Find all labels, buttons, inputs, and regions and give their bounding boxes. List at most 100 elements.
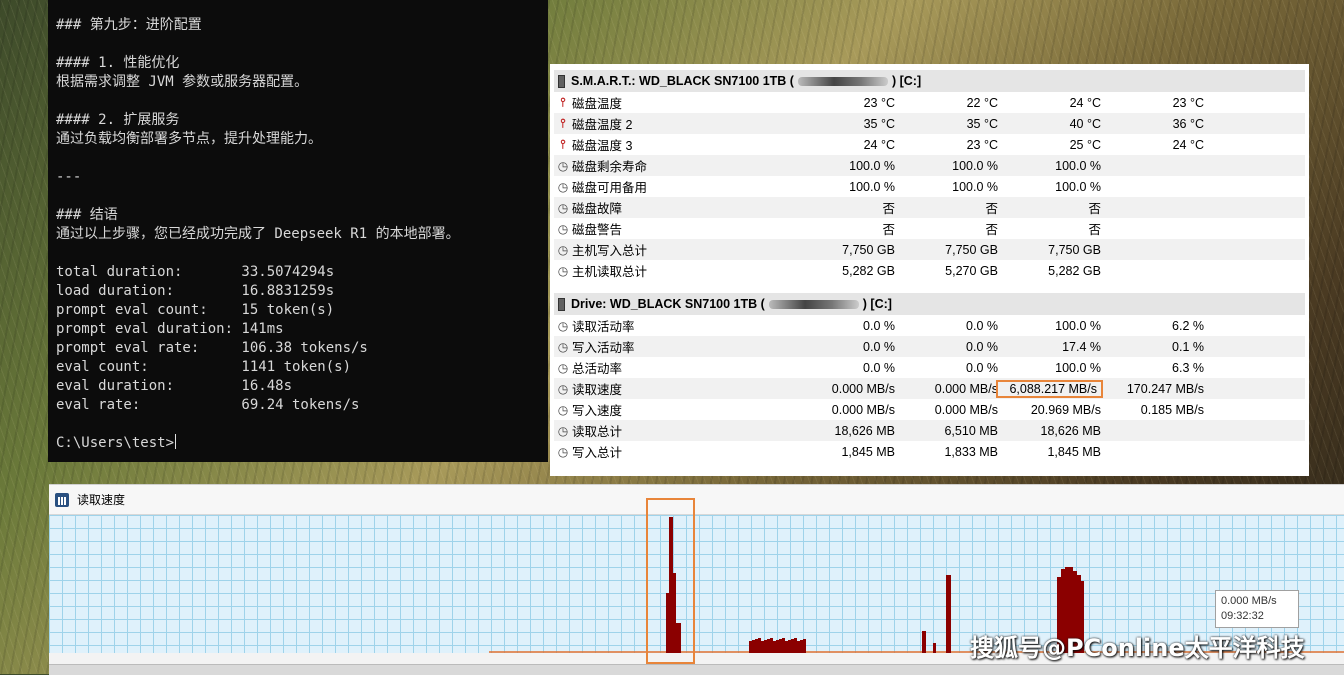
drive-icon bbox=[558, 74, 565, 88]
sensor-value: 0.0 % bbox=[863, 360, 895, 375]
clock-icon: ◷ bbox=[557, 402, 569, 417]
sensor-row[interactable]: ◷ 读取速度 0.000 MB/s 0.000 MB/s 6,088.217 MB/s 1… bbox=[554, 378, 1305, 399]
graph-bar bbox=[758, 638, 761, 653]
sensor-value: 24 °C bbox=[863, 137, 895, 152]
sensor-value: 6.3 % bbox=[1172, 360, 1204, 375]
sensor-value: 100.0 % bbox=[1055, 179, 1101, 194]
sensor-value: 7,750 GB bbox=[1048, 242, 1101, 257]
sensor-value: 6.2 % bbox=[1172, 318, 1204, 333]
thermometer-icon: ⫯ bbox=[560, 116, 566, 130]
graph-bar bbox=[776, 640, 779, 653]
sensor-value: 100.0 % bbox=[1055, 360, 1101, 375]
sensor-name: 写入活动率 bbox=[572, 341, 635, 355]
graph-bar bbox=[779, 639, 782, 653]
terminal-line: 根据需求调整 JVM 参数或服务器配置。 bbox=[56, 74, 309, 90]
sensor-row[interactable]: ⫯ 磁盘温度 23 °C 22 °C 24 °C 23 °C bbox=[554, 92, 1305, 113]
sensor-row[interactable]: ◷ 读取总计 18,626 MB 6,510 MB 18,626 MB bbox=[554, 420, 1305, 441]
hwinfo-sensor-panel[interactable]: S.M.A.R.T.: WD_BLACK SN7100 1TB ( ) [C:] ⫯… bbox=[550, 64, 1309, 476]
sensor-row[interactable]: ◷ 写入速度 0.000 MB/s 0.000 MB/s 20.969 MB/s 0.18… bbox=[554, 399, 1305, 420]
sensor-name: 磁盘警告 bbox=[572, 223, 623, 237]
sensor-value: 25 °C bbox=[1069, 137, 1101, 152]
section-title-prefix: S.M.A.R.T.: WD_BLACK SN7100 1TB ( bbox=[571, 74, 794, 88]
graph-bar bbox=[782, 638, 785, 653]
sensor-value: 100.0 % bbox=[849, 158, 895, 173]
sensor-row[interactable]: ◷ 读取活动率 0.0 % 0.0 % 100.0 % 6.2 % bbox=[554, 315, 1305, 336]
sensor-name: 主机读取总计 bbox=[572, 265, 648, 279]
clock-icon: ◷ bbox=[557, 242, 569, 257]
graph-title-bar[interactable]: 读取速度 bbox=[49, 485, 1344, 515]
graph-bar bbox=[752, 640, 755, 653]
graph-title: 读取速度 bbox=[77, 493, 126, 507]
sensor-value: 100.0 % bbox=[952, 179, 998, 194]
sensor-row[interactable]: ◷ 磁盘警告 否 否 否 bbox=[554, 218, 1305, 239]
thermometer-icon: ⫯ bbox=[560, 95, 566, 109]
sensor-value: 5,282 GB bbox=[1048, 263, 1101, 278]
terminal-line: prompt eval count: 15 token(s) bbox=[56, 302, 335, 318]
sensor-value: 否 bbox=[985, 202, 998, 216]
sensor-name: 写入总计 bbox=[572, 446, 623, 460]
sensor-name: 读取活动率 bbox=[572, 320, 635, 334]
sensor-name: 磁盘剩余寿命 bbox=[572, 160, 648, 174]
sensor-value: 0.000 MB/s bbox=[831, 402, 895, 417]
sensor-value: 18,626 MB bbox=[834, 423, 895, 438]
sensor-name: 读取总计 bbox=[572, 425, 623, 439]
sensor-row[interactable]: ◷ 磁盘可用备用 100.0 % 100.0 % 100.0 % bbox=[554, 176, 1305, 197]
sensor-value: 否 bbox=[882, 202, 895, 216]
sensor-value: 5,270 GB bbox=[945, 263, 998, 278]
clock-icon: ◷ bbox=[557, 360, 569, 375]
graph-spike-highlight bbox=[646, 498, 695, 664]
graph-bar bbox=[797, 641, 800, 653]
graph-bar bbox=[794, 638, 797, 653]
clock-icon: ◷ bbox=[557, 339, 569, 354]
sensor-name: 读取速度 bbox=[572, 383, 623, 397]
clock-icon: ◷ bbox=[557, 221, 569, 236]
sensor-row[interactable]: ◷ 总活动率 0.0 % 0.0 % 100.0 % 6.3 % bbox=[554, 357, 1305, 378]
sensor-name: 磁盘可用备用 bbox=[572, 181, 648, 195]
sensor-value: 100.0 % bbox=[849, 179, 895, 194]
sensor-value: 否 bbox=[985, 223, 998, 237]
sensor-row[interactable]: ◷ 磁盘剩余寿命 100.0 % 100.0 % 100.0 % bbox=[554, 155, 1305, 176]
sensor-row[interactable]: ⫯ 磁盘温度 3 24 °C 23 °C 25 °C 24 °C bbox=[554, 134, 1305, 155]
sensor-row[interactable]: ◷ 主机写入总计 7,750 GB 7,750 GB 7,750 GB bbox=[554, 239, 1305, 260]
tooltip-value: 0.000 MB/s bbox=[1221, 595, 1277, 607]
terminal-line: --- bbox=[56, 169, 82, 185]
sensor-row[interactable]: ◷ 写入总计 1,845 MB 1,833 MB 1,845 MB bbox=[554, 441, 1305, 462]
sensor-value: 22 °C bbox=[966, 95, 998, 110]
next-graph-window[interactable] bbox=[49, 664, 1344, 675]
clock-icon: ◷ bbox=[557, 381, 569, 396]
sensor-row[interactable]: ◷ 磁盘故障 否 否 否 bbox=[554, 197, 1305, 218]
sensor-name: 主机写入总计 bbox=[572, 244, 648, 258]
section-title-suffix: ) [C:] bbox=[891, 74, 922, 88]
sensor-value: 7,750 GB bbox=[945, 242, 998, 257]
sensor-row[interactable]: ⫯ 磁盘温度 2 35 °C 35 °C 40 °C 36 °C bbox=[554, 113, 1305, 134]
sensor-section-header[interactable]: S.M.A.R.T.: WD_BLACK SN7100 1TB ( ) [C:] bbox=[554, 70, 1305, 92]
sensor-row[interactable]: ◷ 写入活动率 0.0 % 0.0 % 17.4 % 0.1 % bbox=[554, 336, 1305, 357]
graph-bar bbox=[803, 639, 806, 653]
sensor-name: 磁盘温度 2 bbox=[572, 118, 633, 132]
terminal-window[interactable]: ### 第九步：进阶配置 #### 1. 性能优化 根据需求调整 JVM 参数或服务… bbox=[48, 0, 548, 462]
sensor-value: 23 °C bbox=[863, 95, 895, 110]
sensor-name: 磁盘温度 3 bbox=[572, 139, 633, 153]
terminal-line: ### 结语 bbox=[56, 207, 118, 223]
terminal-line: prompt eval duration: 141ms bbox=[56, 321, 284, 337]
terminal-line: prompt eval rate: 106.38 tokens/s bbox=[56, 340, 368, 356]
graph-app-icon bbox=[55, 492, 69, 507]
watermark-text: 搜狐号@PConline太平洋科技 bbox=[970, 634, 1305, 662]
sensor-value: 1,845 MB bbox=[1047, 444, 1101, 459]
clock-icon: ◷ bbox=[557, 263, 569, 278]
graph-bar bbox=[761, 641, 764, 653]
graph-bar bbox=[800, 640, 803, 653]
graph-bar bbox=[791, 639, 794, 653]
clock-icon: ◷ bbox=[557, 200, 569, 215]
terminal-line: eval rate: 69.24 tokens/s bbox=[56, 397, 360, 413]
sensor-row[interactable]: ◷ 主机读取总计 5,282 GB 5,270 GB 5,282 GB bbox=[554, 260, 1305, 281]
terminal-line: 通过以上步骤，您已经成功完成了 Deepseek R1 的本地部署。 bbox=[56, 226, 460, 242]
sensor-value: 35 °C bbox=[966, 116, 998, 131]
sensor-value: 100.0 % bbox=[1055, 158, 1101, 173]
sensor-section-header[interactable]: Drive: WD_BLACK SN7100 1TB () [C:] bbox=[554, 293, 1305, 315]
sensor-value: 0.0 % bbox=[863, 339, 895, 354]
